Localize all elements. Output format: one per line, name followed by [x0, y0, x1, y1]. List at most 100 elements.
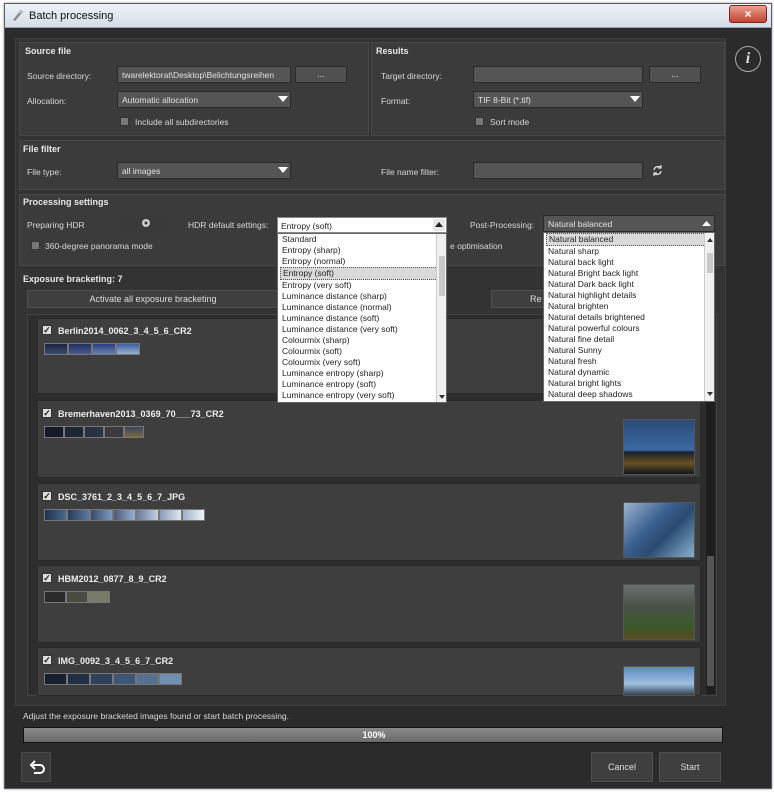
dropdown-option[interactable]: Entropy (soft) — [280, 267, 446, 280]
dropdown-option[interactable]: Standard — [280, 234, 446, 245]
cancel-button[interactable]: Cancel — [591, 752, 653, 782]
preparing-hdr-toggle[interactable] — [121, 215, 169, 232]
item-name: DSC_3761_2_3_4_5_6_7_JPG — [58, 492, 186, 502]
status-text: Adjust the exposure bracketed images fou… — [23, 711, 290, 721]
dropdown-option[interactable]: Luminance distance (normal) — [280, 302, 446, 313]
source-browse-button[interactable]: ... — [295, 66, 347, 83]
dropdown-option[interactable]: Natural brighten — [546, 301, 714, 312]
list-item[interactable]: ✓ IMG_0092_3_4_5_6_7_CR2 — [37, 647, 701, 696]
dropdown-option[interactable]: Natural fresh — [546, 356, 714, 367]
list-item[interactable]: ✓ DSC_3761_2_3_4_5_6_7_JPG — [37, 483, 701, 561]
list-item[interactable]: ✓ Bremerhaven2013_0369_70___73_CR2 — [37, 400, 701, 478]
subdirs-checkbox[interactable] — [120, 117, 129, 126]
dropdown-option[interactable]: Natural details brightened — [546, 312, 714, 323]
dropdown-option[interactable]: Natural Bright back light — [546, 268, 714, 279]
chevron-up-icon — [702, 221, 711, 226]
item-checkbox[interactable]: ✓ — [42, 655, 52, 665]
thumbnail — [84, 426, 104, 438]
dropdown-option[interactable]: Luminance entropy (very soft) — [280, 390, 446, 401]
dropdown-option[interactable]: Natural bright lights — [546, 378, 714, 389]
post-dropdown-scrollbar-thumb[interactable] — [707, 253, 713, 273]
hdr-dropdown-scrollbar[interactable] — [436, 234, 446, 402]
post-processing-dropdown[interactable]: Natural balanced Natural sharp Natural bac… — [543, 232, 715, 402]
thumbnail — [67, 673, 90, 685]
item-checkbox[interactable]: ✓ — [42, 408, 52, 418]
sort-mode-checkbox[interactable] — [475, 117, 484, 126]
target-browse-button[interactable]: ... — [649, 66, 701, 83]
progress-bar: 100% — [23, 727, 723, 743]
hdr-default-dropdown[interactable]: Standard Entropy (sharp) Entropy (normal) E… — [277, 233, 447, 403]
list-item[interactable]: ✓ HBM2012_0877_8_9_CR2 — [37, 565, 701, 643]
sort-mode-label: Sort mode — [490, 117, 530, 127]
item-checkbox[interactable]: ✓ — [42, 491, 52, 501]
item-checkbox[interactable]: ✓ — [42, 325, 52, 335]
dropdown-option[interactable]: Colourmix (soft) — [280, 346, 446, 357]
thumbnail — [68, 343, 92, 355]
dropdown-option[interactable]: Luminance entropy (sharp) — [280, 368, 446, 379]
panorama-checkbox[interactable] — [31, 241, 40, 250]
dropdown-option[interactable]: Natural highlight details — [546, 290, 714, 301]
post-processing-value: Natural balanced — [548, 219, 613, 229]
info-button[interactable]: i — [735, 46, 761, 72]
file-name-filter-label: File name filter: — [381, 167, 440, 177]
post-processing-select[interactable]: Natural balanced — [543, 215, 715, 232]
list-scrollbar-thumb[interactable] — [707, 556, 714, 686]
processing-heading: Processing settings — [23, 197, 109, 207]
post-dropdown-scrollbar[interactable] — [704, 233, 714, 401]
start-button[interactable]: Start — [659, 752, 721, 782]
activate-all-button[interactable]: Activate all exposure bracketing — [27, 290, 279, 308]
dropdown-option[interactable]: Natural Dark back light — [546, 279, 714, 290]
thumbnail — [113, 673, 136, 685]
dropdown-option[interactable]: Luminance distance (very soft) — [280, 324, 446, 335]
item-checkbox[interactable]: ✓ — [42, 573, 52, 583]
format-value: TIF 8-Bit (*.tif) — [478, 95, 531, 105]
dropdown-option[interactable]: Entropy (very soft) — [280, 280, 446, 291]
dropdown-option[interactable]: Natural deep shadows — [546, 389, 714, 400]
thumbnail — [67, 509, 90, 521]
file-type-value: all images — [122, 166, 161, 176]
dropdown-option[interactable]: Natural dynamic — [546, 367, 714, 378]
dropdown-option[interactable]: Colourmix (very soft) — [280, 357, 446, 368]
dropdown-option[interactable]: Natural fine detail — [546, 334, 714, 345]
target-directory-field[interactable] — [473, 66, 643, 83]
target-directory-label: Target directory: — [381, 71, 442, 81]
format-select[interactable]: TIF 8-Bit (*.tif) — [473, 91, 643, 108]
thumbnail — [136, 673, 159, 685]
dropdown-option[interactable]: Colourmix (sharp) — [280, 335, 446, 346]
hdr-default-value: Entropy (soft) — [281, 221, 333, 231]
thumbnail — [159, 509, 182, 521]
hdr-default-select[interactable]: Entropy (soft) — [277, 217, 447, 233]
thumbnail — [92, 343, 116, 355]
dropdown-option[interactable]: Luminance distance (soft) — [280, 313, 446, 324]
allocation-select[interactable]: Automatic allocation — [117, 91, 291, 108]
preparing-hdr-label: Preparing HDR — [27, 220, 85, 230]
back-button[interactable] — [21, 752, 51, 782]
allocation-label: Allocation: — [27, 96, 67, 106]
dropdown-option[interactable]: Entropy (normal) — [280, 256, 446, 267]
dropdown-option[interactable]: Natural back light — [546, 257, 714, 268]
thumbnail — [182, 509, 205, 521]
dropdown-option[interactable]: Luminance entropy (soft) — [280, 379, 446, 390]
chevron-up-icon[interactable] — [707, 237, 713, 243]
file-type-select[interactable]: all images — [117, 162, 291, 179]
refresh-icon[interactable] — [651, 164, 664, 177]
source-directory-field[interactable]: twarelektorat\Desktop\Belichtungsreihen — [117, 66, 291, 83]
dropdown-option[interactable]: Luminance distance (sharp) — [280, 291, 446, 302]
post-option-list: Natural balanced Natural sharp Natural bac… — [544, 233, 714, 400]
dropdown-option[interactable]: Natural sharp — [546, 246, 714, 257]
hdr-dropdown-scrollbar-thumb[interactable] — [439, 256, 445, 296]
allocation-value: Automatic allocation — [122, 95, 199, 105]
dropdown-option[interactable]: Entropy (sharp) — [280, 245, 446, 256]
hdr-default-label: HDR default settings: — [188, 220, 269, 230]
dropdown-option[interactable]: Natural balanced — [546, 233, 714, 246]
preview-image — [623, 666, 695, 696]
close-button[interactable]: × — [729, 5, 767, 23]
subdirs-label: Include all subdirectories — [135, 117, 229, 127]
dropdown-option[interactable]: Natural Sunny — [546, 345, 714, 356]
format-label: Format: — [381, 96, 411, 106]
dropdown-option[interactable]: Natural powerful colours — [546, 323, 714, 334]
chevron-down-icon[interactable] — [707, 391, 713, 397]
preview-image — [623, 502, 695, 558]
chevron-down-icon[interactable] — [439, 394, 445, 400]
file-name-filter-field[interactable] — [473, 162, 643, 179]
